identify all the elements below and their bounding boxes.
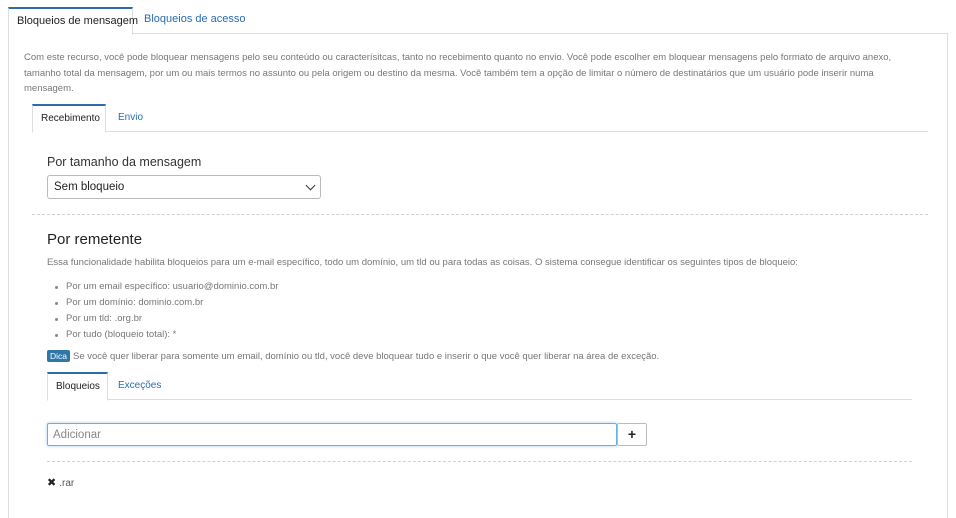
list-item: Por tudo (bloqueio total): * [54, 327, 278, 343]
direction-tabs: Recebimento Envio [32, 104, 928, 133]
close-icon[interactable]: ✖ [47, 477, 56, 489]
sender-section-description: Essa funcionalidade habilita bloqueios p… [47, 257, 798, 268]
divider [32, 214, 928, 215]
tab-bloqueios-de-mensagem[interactable]: Bloqueios de mensagem [8, 7, 138, 35]
intro-text: Com este recurso, você pode bloquear men… [24, 52, 892, 94]
tab-envio[interactable]: Envio [110, 104, 151, 132]
block-types-list: Por um email específico: usuario@dominio… [54, 279, 278, 343]
chevron-down-icon [305, 180, 316, 191]
sender-section-title: Por remetente [47, 231, 143, 248]
tab-bloqueios[interactable]: Bloqueios [47, 372, 108, 401]
list-item: Por um domínio: dominio.com.br [54, 295, 278, 311]
divider [47, 461, 912, 462]
tip: Dica Se você quer liberar para somente um… [47, 350, 659, 362]
add-button[interactable]: + [617, 423, 647, 446]
tip-text: Se você quer liberar para somente um ema… [73, 351, 660, 362]
list-item: Por um tld: .org.br [54, 311, 278, 327]
list-item: ✖ .rar [47, 476, 74, 489]
size-filter-select[interactable]: Sem bloqueio [47, 175, 321, 199]
list-item: Por um email específico: usuario@dominio… [54, 279, 278, 295]
tip-badge: Dica [47, 350, 71, 362]
size-filter-label: Por tamanho da mensagem [47, 155, 202, 169]
tab-excecoes[interactable]: Exceções [110, 372, 169, 400]
entry-value: .rar [59, 478, 75, 489]
tab-recebimento[interactable]: Recebimento [32, 104, 106, 133]
add-input[interactable] [47, 423, 617, 446]
tab-bloqueios-de-acesso[interactable]: Bloqueios de acesso [136, 7, 254, 34]
list-tabs: Bloqueios Exceções [47, 372, 912, 401]
size-filter-value: Sem bloqueio [54, 181, 125, 193]
plus-icon: + [627, 426, 637, 442]
main-tabs: Bloqueios de mensagem Bloqueios de acess… [8, 7, 948, 35]
